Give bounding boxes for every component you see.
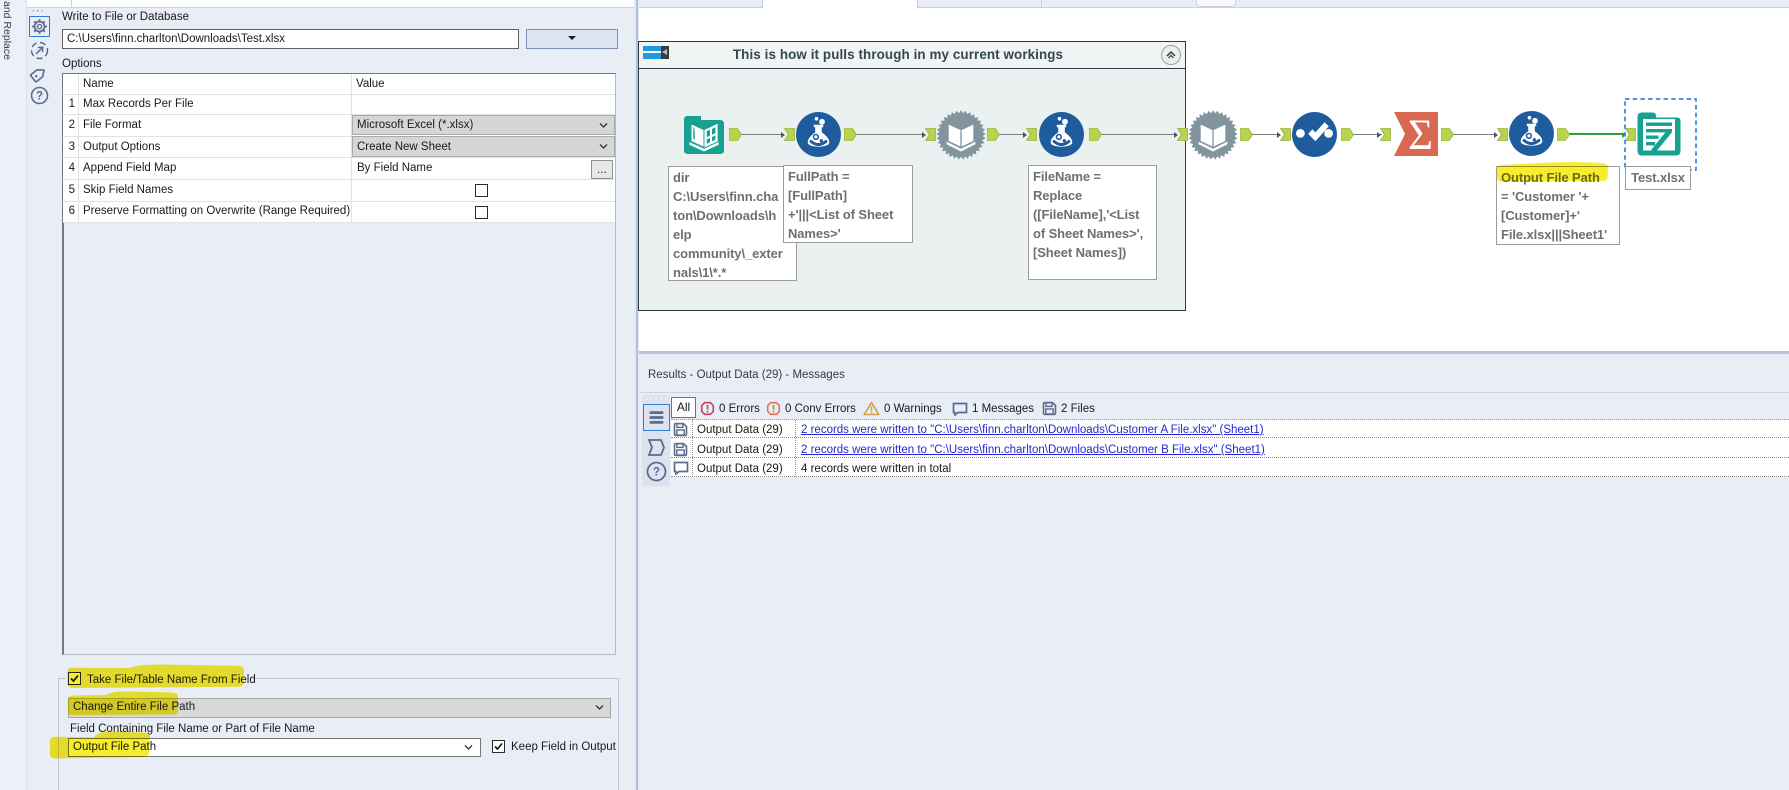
svg-text:?: ? xyxy=(653,467,660,479)
svg-text:Σ: Σ xyxy=(1408,112,1433,156)
